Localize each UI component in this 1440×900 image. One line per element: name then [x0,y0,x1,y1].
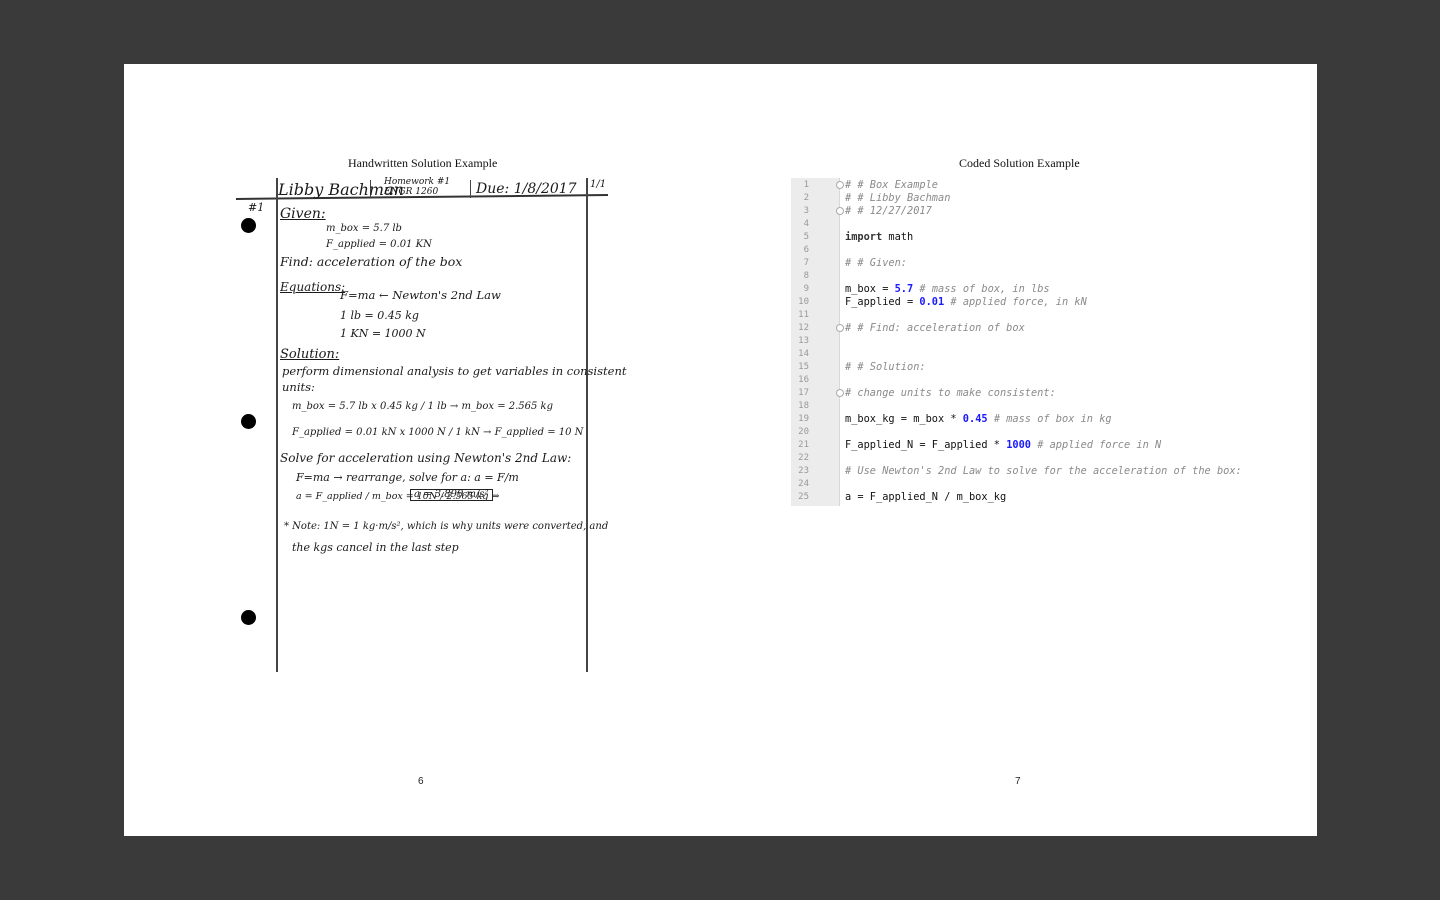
punch-hole [241,218,256,233]
hw-note-line: * Note: 1N = 1 kg·m/s², which is why uni… [284,521,609,532]
hw-given-heading: Given: [280,206,326,222]
hw-equation-lb-kg: 1 lb = 0.45 kg [340,309,419,322]
hw-due: Due: 1/8/2017 [476,181,577,197]
line-number: 5 [803,232,809,242]
hw-given-mass: m_box = 5.7 lb [326,223,402,234]
right-page-title: Coded Solution Example [959,156,1080,170]
hw-problem-number: #1 [248,201,265,214]
handwritten-sheet: Libby Bachman Homework #1 ENGR 1260 Due:… [234,176,626,674]
hw-answer-box: a = 3.899 m/s² [410,489,493,501]
line-number: 16 [798,375,809,385]
line-number: 20 [798,427,809,437]
hw-find: Find: acceleration of the box [280,254,463,269]
fold-marker[interactable] [836,324,844,332]
code-editor: 1 # # Box Example 2 # # Libby Bachman 3 # # 1… [791,178,1253,506]
hw-given-force: F_applied = 0.01 KN [326,239,432,250]
line-number: 15 [798,362,809,372]
left-margin-line [276,178,278,672]
line-number: 25 [798,492,809,502]
code-text: F_applied = 0.01 # applied force, in kN [845,296,1087,308]
left-page-title: Handwritten Solution Example [348,156,498,170]
left-page-number: 6 [418,776,424,787]
hw-force-conversion: F_applied = 0.01 kN x 1000 N / 1 kN → F_… [292,427,584,438]
code-text: # # Box Example [845,179,938,191]
line-number: 8 [803,271,809,281]
code-text: m_box = 5.7 # mass of box, in lbs [845,283,1050,295]
code-text: # # 12/27/2017 [845,205,932,217]
fold-marker[interactable] [836,389,844,397]
line-number: 12 [798,323,809,333]
line-number: 4 [803,219,809,229]
code-text: # # Given: [845,257,907,269]
line-number: 22 [798,453,809,463]
code-text: a = F_applied_N / m_box_kg [845,491,1007,503]
hw-course: ENGR 1260 [384,187,439,197]
line-number: 1 [803,180,809,190]
hw-solution-heading: Solution: [280,347,340,362]
line-number: 7 [803,258,809,268]
line-number: 19 [798,414,809,424]
hw-mass-conversion: m_box = 5.7 lb x 0.45 kg / 1 lb → m_box … [292,401,554,412]
code-text: # Use Newton's 2nd Law to solve for the … [845,465,1242,477]
right-margin-line [586,178,588,672]
code-text: # # Libby Bachman [845,192,951,204]
line-number: 9 [803,284,809,294]
document-spread: Handwritten Solution Example Libby Bachm… [124,64,1317,836]
line-number: 23 [798,466,809,476]
line-number: 24 [798,479,809,489]
hw-solution-line: units: [282,380,315,394]
hw-solution-line: perform dimensional analysis to get vari… [282,364,627,378]
line-number: 11 [798,310,809,320]
hw-assignment: Homework #1 [384,177,451,187]
line-number: 10 [798,297,809,307]
right-page-number: 7 [1015,776,1021,787]
hw-page: 1/1 [590,179,607,190]
code-text: # change units to make consistent: [845,387,1056,399]
code-text: # # Solution: [845,361,926,373]
line-number: 21 [798,440,809,450]
line-number: 14 [798,349,809,359]
code-text: F_applied_N = F_applied * 1000 # applied… [845,439,1162,451]
code-text: # # Find: acceleration of box [845,322,1025,334]
code-text: m_box_kg = m_box * 0.45 # mass of box in… [845,413,1112,425]
line-number: 13 [798,336,809,346]
punch-hole [241,610,256,625]
fold-marker[interactable] [836,181,844,189]
header-divider [470,180,472,198]
line-number: 2 [803,193,809,203]
line-number: 3 [803,206,809,216]
hw-equation-newton: F=ma ← Newton's 2nd Law [340,288,501,302]
hw-solve-line: Solve for acceleration using Newton's 2n… [280,451,572,465]
fold-marker[interactable] [836,207,844,215]
punch-hole [241,414,256,429]
line-number: 17 [798,388,809,398]
hw-equations-heading: Equations: [280,280,346,294]
hw-note-line: the kgs cancel in the last step [292,541,459,554]
hw-rearrange-line: F=ma → rearrange, solve for a: a = F/m [296,471,519,484]
hw-equation-kn-n: 1 KN = 1000 N [340,327,426,340]
code-text: import math [845,231,914,243]
line-number: 18 [798,401,809,411]
line-number: 6 [803,245,809,255]
